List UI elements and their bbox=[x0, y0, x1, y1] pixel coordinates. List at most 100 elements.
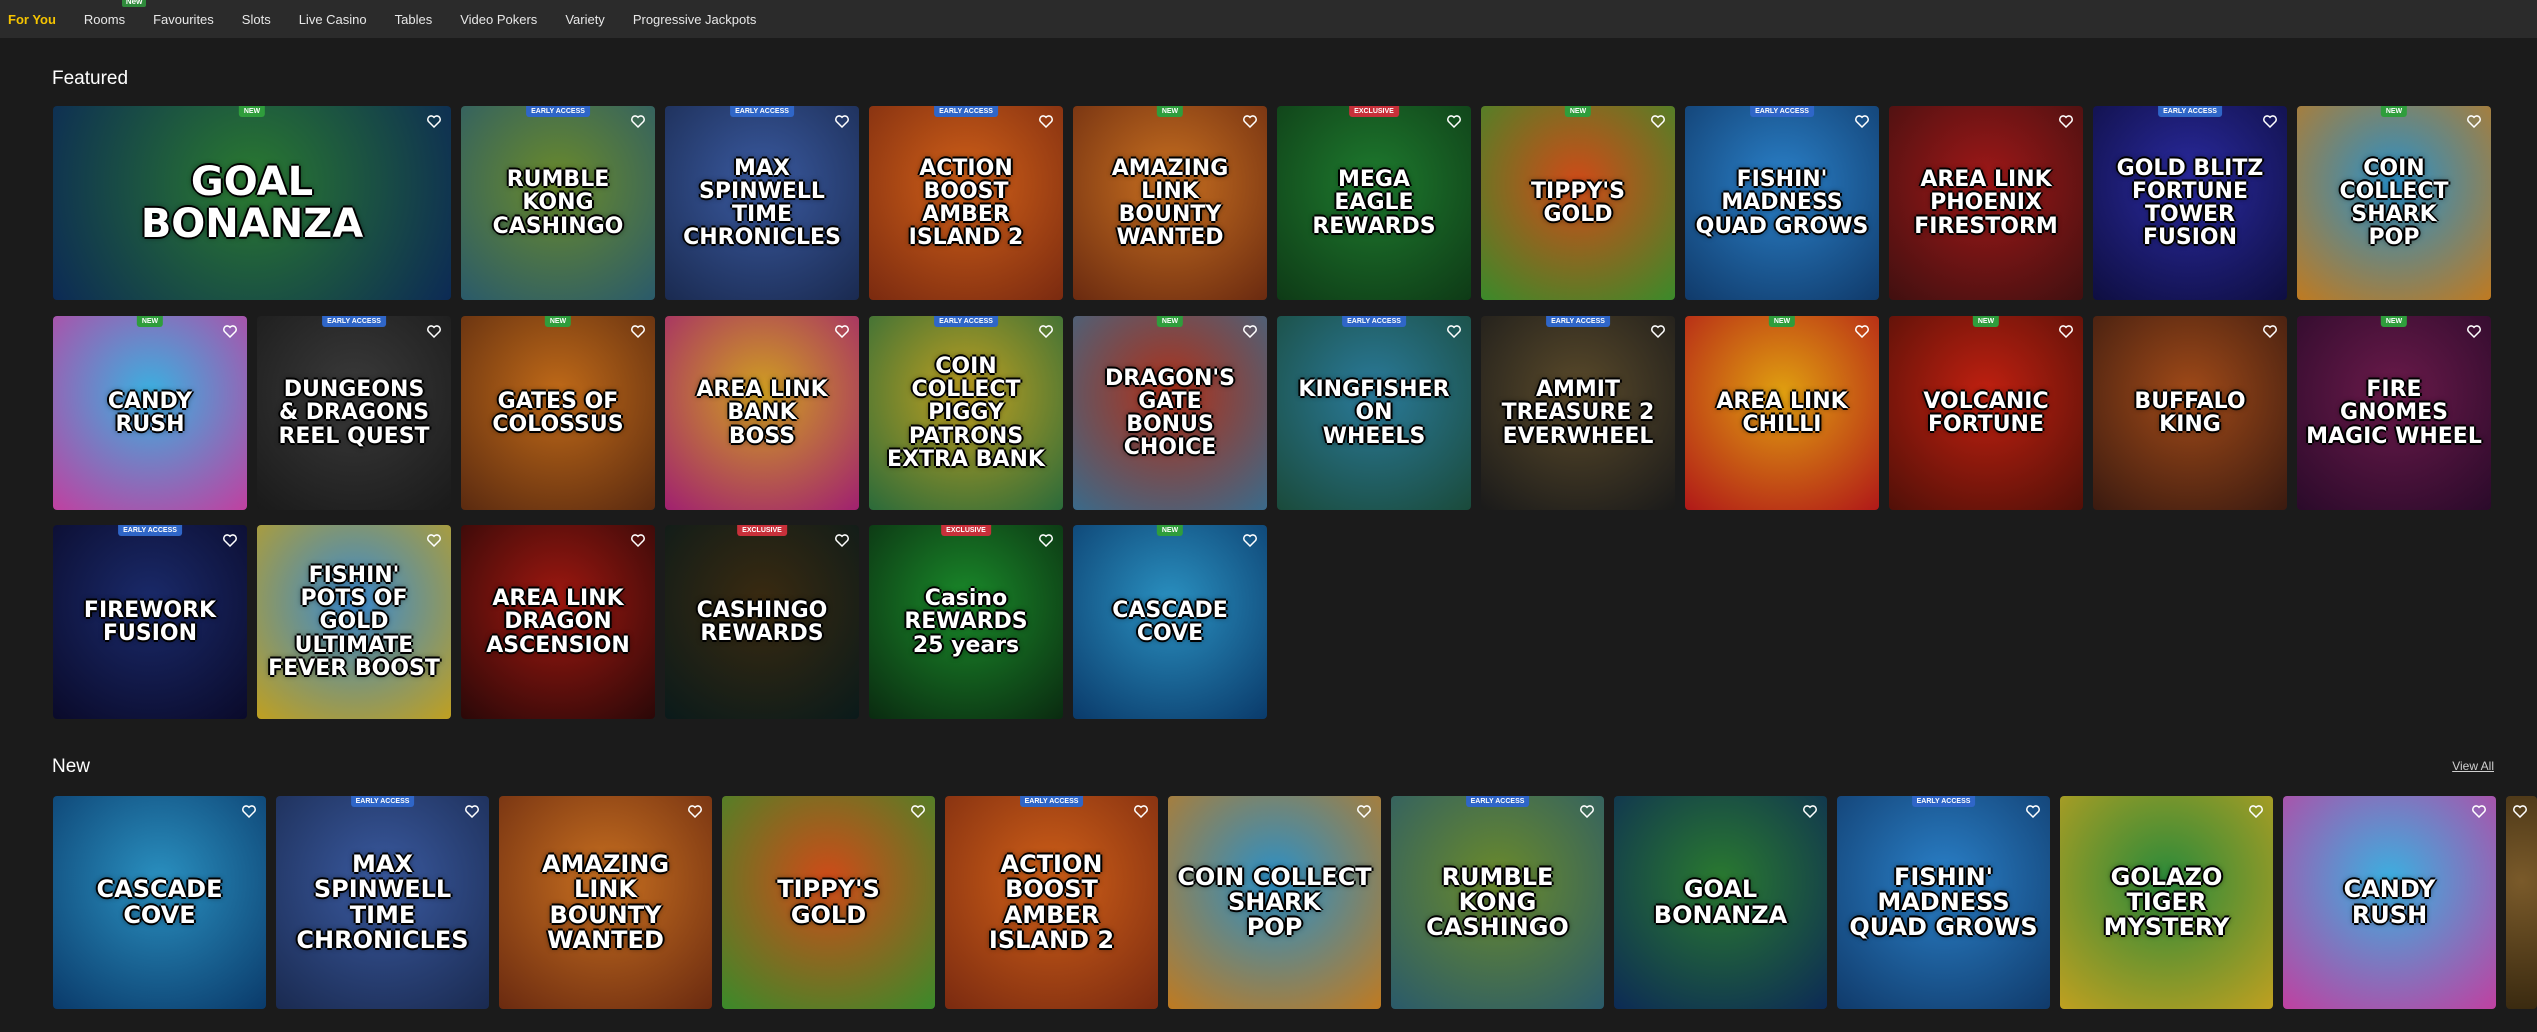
favourite-heart-icon[interactable] bbox=[1649, 322, 1667, 340]
nav-item-progressive-jackpots[interactable]: Progressive Jackpots bbox=[633, 12, 757, 27]
favourite-heart-icon[interactable] bbox=[1853, 112, 1871, 130]
new-badge: New bbox=[121, 0, 147, 7]
view-all-link[interactable]: View All bbox=[2452, 759, 2494, 773]
game-tile[interactable]: AMAZING LINK BOUNTY WANTED NEW bbox=[1073, 106, 1267, 300]
game-title: AMAZING LINK BOUNTY WANTED bbox=[1111, 155, 1229, 251]
game-tile[interactable]: DUNGEONS & DRAGONS REEL QUEST EARLY ACCES… bbox=[257, 316, 451, 510]
favourite-heart-icon[interactable] bbox=[2024, 802, 2042, 820]
favourite-heart-icon[interactable] bbox=[2261, 322, 2279, 340]
game-tile[interactable]: RUMBLE KONG CASHINGO EARLY ACCESS bbox=[1391, 796, 1604, 1009]
game-tile[interactable]: FISHIN' POTS OF GOLD ULTIMATE FEVER BOOS… bbox=[257, 525, 451, 719]
nav-item-favourites[interactable]: Favourites bbox=[153, 12, 214, 27]
game-tile[interactable]: AREA LINK CHILLI NEW bbox=[1685, 316, 1879, 510]
game-tile[interactable]: TIPPY'S GOLD NEW bbox=[1481, 106, 1675, 300]
game-tile[interactable]: ACTION BOOST AMBER ISLAND 2 EARLY ACCESS bbox=[869, 106, 1063, 300]
game-tile[interactable]: CANDY RUSH NEW bbox=[53, 316, 247, 510]
game-tile[interactable]: GATES OF COLOSSUS NEW bbox=[461, 316, 655, 510]
favourite-heart-icon[interactable] bbox=[463, 802, 481, 820]
game-tile[interactable]: CASCADE COVE NEW bbox=[1073, 525, 1267, 719]
game-tile[interactable]: GOAL BONANZA bbox=[1614, 796, 1827, 1009]
game-tile[interactable]: FIRE GNOMES MAGIC WHEEL NEW bbox=[2297, 316, 2491, 510]
favourite-heart-icon[interactable] bbox=[629, 322, 647, 340]
favourite-heart-icon[interactable] bbox=[2465, 322, 2483, 340]
favourite-heart-icon[interactable] bbox=[1801, 802, 1819, 820]
game-tile[interactable]: Casino REWARDS 25 years EXCLUSIVE bbox=[869, 525, 1063, 719]
favourite-heart-icon[interactable] bbox=[221, 322, 239, 340]
nav-item-variety[interactable]: Variety bbox=[565, 12, 605, 27]
favourite-heart-icon[interactable] bbox=[1578, 802, 1596, 820]
favourite-heart-icon[interactable] bbox=[2261, 112, 2279, 130]
game-title: CANDY RUSH bbox=[107, 388, 193, 437]
favourite-heart-icon[interactable] bbox=[833, 112, 851, 130]
favourite-heart-icon[interactable] bbox=[909, 802, 927, 820]
favourite-heart-icon[interactable] bbox=[2470, 802, 2488, 820]
favourite-heart-icon[interactable] bbox=[1445, 322, 1463, 340]
favourite-heart-icon[interactable] bbox=[833, 531, 851, 549]
game-tile[interactable]: AMMIT TREASURE 2 EVERWHEEL EARLY ACCESS bbox=[1481, 316, 1675, 510]
game-title: TIPPY'S GOLD bbox=[777, 875, 880, 929]
game-tile[interactable]: COIN COLLECT SHARK POP bbox=[1168, 796, 1381, 1009]
favourite-heart-icon[interactable] bbox=[1037, 531, 1055, 549]
game-tile[interactable]: MAX SPINWELL TIME CHRONICLES EARLY ACCESS bbox=[276, 796, 489, 1009]
favourite-heart-icon[interactable] bbox=[425, 112, 443, 130]
favourite-heart-icon[interactable] bbox=[240, 802, 258, 820]
game-tile[interactable]: CASCADE COVE bbox=[53, 796, 266, 1009]
game-tile[interactable]: COIN COLLECT SHARK POP NEW bbox=[2297, 106, 2491, 300]
game-tile[interactable]: COIN COLLECT PIGGY PATRONS EXTRA BANK EAR… bbox=[869, 316, 1063, 510]
game-tile[interactable]: AREA LINK PHOENIX FIRESTORM bbox=[1889, 106, 2083, 300]
favourite-heart-icon[interactable] bbox=[425, 322, 443, 340]
game-tile[interactable]: GOLAZO TIGER MYSTERY bbox=[2060, 796, 2273, 1009]
game-tile[interactable]: AMAZING LINK BOUNTY WANTED bbox=[499, 796, 712, 1009]
favourite-heart-icon[interactable] bbox=[2057, 112, 2075, 130]
game-tile[interactable]: FISHIN' MADNESS QUAD GROWS EARLY ACCESS bbox=[1685, 106, 1879, 300]
game-title: BUFFALO KING bbox=[2134, 388, 2246, 437]
game-tile[interactable]: CASHINGO REWARDS EXCLUSIVE bbox=[665, 525, 859, 719]
game-tile[interactable]: RUMBLE KONG CASHINGO EARLY ACCESS bbox=[461, 106, 655, 300]
favourite-heart-icon[interactable] bbox=[1241, 531, 1259, 549]
favourite-heart-icon[interactable] bbox=[221, 531, 239, 549]
game-tile[interactable]: GOLD BLITZ FORTUNE TOWER FUSION EARLY ACC… bbox=[2093, 106, 2287, 300]
game-tile[interactable]: TIPPY'S GOLD bbox=[722, 796, 935, 1009]
favourite-heart-icon[interactable] bbox=[2465, 112, 2483, 130]
game-tile[interactable]: GOAL BONANZA NEW bbox=[53, 106, 451, 300]
favourite-heart-icon[interactable] bbox=[2511, 802, 2529, 820]
game-tile[interactable]: FISHIN' MADNESS QUAD GROWS EARLY ACCESS bbox=[1837, 796, 2050, 1009]
game-tile[interactable]: VOLCANIC FORTUNE NEW bbox=[1889, 316, 2083, 510]
favourite-heart-icon[interactable] bbox=[629, 112, 647, 130]
favourite-heart-icon[interactable] bbox=[1037, 112, 1055, 130]
game-tile[interactable]: DRAGON'S GATE BONUS CHOICE NEW bbox=[1073, 316, 1267, 510]
favourite-heart-icon[interactable] bbox=[425, 531, 443, 549]
favourite-heart-icon[interactable] bbox=[833, 322, 851, 340]
nav-item-for-you[interactable]: For You bbox=[8, 12, 56, 27]
game-tile[interactable]: MAX SPINWELL TIME CHRONICLES EARLY ACCESS bbox=[665, 106, 859, 300]
game-tile[interactable]: FIREWORK FUSION EARLY ACCESS bbox=[53, 525, 247, 719]
game-tile[interactable]: AREA LINK BANK BOSS bbox=[665, 316, 859, 510]
nav-item-label: Rooms bbox=[83, 11, 126, 27]
game-title: Casino REWARDS 25 years bbox=[904, 586, 1028, 658]
favourite-heart-icon[interactable] bbox=[1241, 112, 1259, 130]
favourite-heart-icon[interactable] bbox=[1355, 802, 1373, 820]
nav-item-video-pokers[interactable]: Video Pokers bbox=[460, 12, 537, 27]
game-tile[interactable]: AREA LINK DRAGON ASCENSION bbox=[461, 525, 655, 719]
nav-item-tables[interactable]: Tables bbox=[395, 12, 433, 27]
favourite-heart-icon[interactable] bbox=[1853, 322, 1871, 340]
game-tile[interactable]: CANDY RUSH bbox=[2283, 796, 2496, 1009]
game-tile[interactable] bbox=[2506, 796, 2537, 1009]
game-tile[interactable]: BUFFALO KING bbox=[2093, 316, 2287, 510]
early-access-badge: EARLY ACCESS bbox=[934, 106, 998, 117]
favourite-heart-icon[interactable] bbox=[1132, 802, 1150, 820]
favourite-heart-icon[interactable] bbox=[629, 531, 647, 549]
nav-item-rooms[interactable]: Rooms New bbox=[83, 0, 147, 27]
favourite-heart-icon[interactable] bbox=[1241, 322, 1259, 340]
nav-item-live-casino[interactable]: Live Casino bbox=[299, 12, 367, 27]
game-tile[interactable]: MEGA EAGLE REWARDS EXCLUSIVE bbox=[1277, 106, 1471, 300]
nav-item-slots[interactable]: Slots bbox=[242, 12, 271, 27]
game-tile[interactable]: KINGFISHER ON WHEELS EARLY ACCESS bbox=[1277, 316, 1471, 510]
game-tile[interactable]: ACTION BOOST AMBER ISLAND 2 EARLY ACCESS bbox=[945, 796, 1158, 1009]
favourite-heart-icon[interactable] bbox=[1037, 322, 1055, 340]
favourite-heart-icon[interactable] bbox=[1445, 112, 1463, 130]
favourite-heart-icon[interactable] bbox=[686, 802, 704, 820]
favourite-heart-icon[interactable] bbox=[1649, 112, 1667, 130]
favourite-heart-icon[interactable] bbox=[2247, 802, 2265, 820]
favourite-heart-icon[interactable] bbox=[2057, 322, 2075, 340]
